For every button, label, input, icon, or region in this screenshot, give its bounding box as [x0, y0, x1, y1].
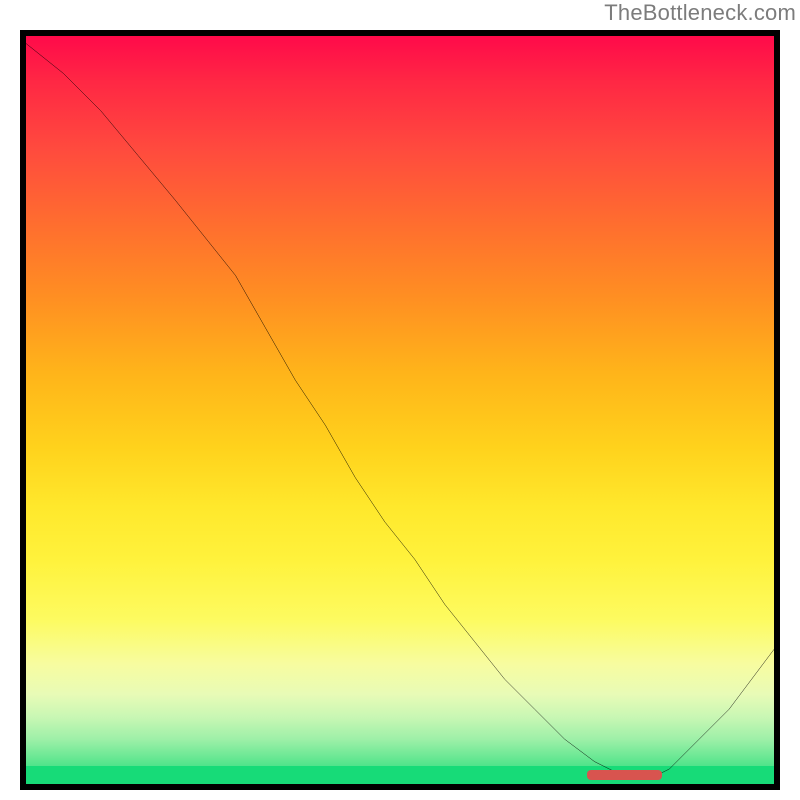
- sweet-spot-marker: [587, 770, 662, 780]
- attribution-label: TheBottleneck.com: [604, 0, 796, 26]
- chart-frame: TheBottleneck.com: [0, 0, 800, 800]
- plot-area: [20, 30, 780, 790]
- bottleneck-curve: [26, 36, 774, 784]
